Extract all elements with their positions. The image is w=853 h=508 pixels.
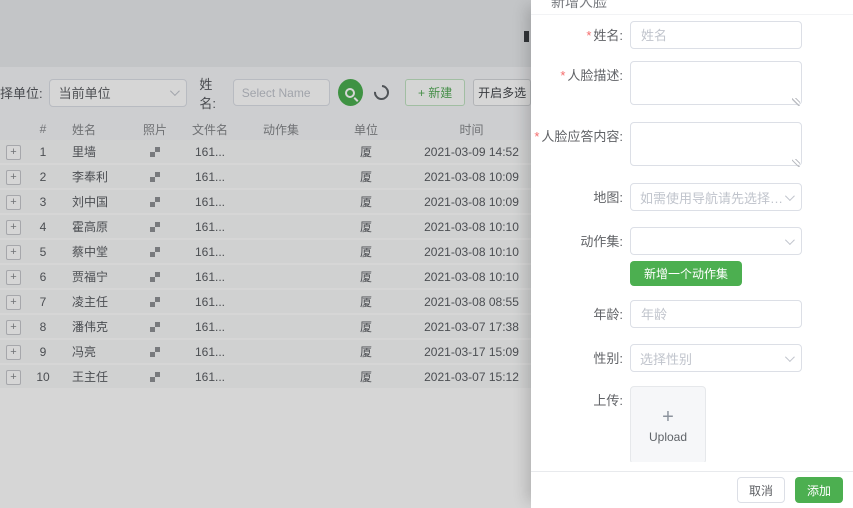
gender-select-placeholder: 选择性别 (640, 349, 692, 368)
drawer-footer: 取消 添加 (531, 471, 853, 508)
form-row-gender: 性别: 选择性别 (531, 344, 853, 372)
required-mark: * (586, 28, 591, 43)
form-row-face-response: *人脸应答内容: (531, 122, 853, 171)
action-set-select[interactable] (630, 227, 802, 255)
action-set-field-label: 动作集: (531, 227, 623, 255)
form-row-upload: 上传: + Upload (531, 386, 853, 462)
age-field-label: 年龄: (531, 300, 623, 328)
map-field-label: 地图: (531, 183, 623, 211)
drawer-title-divider (531, 14, 853, 15)
cancel-button[interactable]: 取消 (737, 477, 785, 503)
chevron-down-icon (785, 191, 795, 201)
name-field[interactable] (630, 21, 802, 49)
face-description-label: *人脸描述: (531, 61, 623, 110)
face-description-textarea[interactable] (630, 61, 802, 105)
drawer-title: 新增人脸 (551, 0, 607, 12)
age-field[interactable] (630, 300, 802, 328)
map-select[interactable]: 如需使用导航请先选择地图 (630, 183, 802, 211)
gender-field-label: 性别: (531, 344, 623, 372)
chevron-down-icon (785, 235, 795, 245)
add-action-set-button[interactable]: 新增一个动作集 (630, 261, 742, 286)
gender-select[interactable]: 选择性别 (630, 344, 802, 372)
name-field-label: *姓名: (531, 21, 623, 49)
form-row-map: 地图: 如需使用导航请先选择地图 (531, 183, 853, 211)
required-mark: * (560, 68, 565, 83)
upload-field-label: 上传: (531, 386, 623, 462)
form-row-face-description: *人脸描述: (531, 61, 853, 110)
chevron-down-icon (785, 352, 795, 362)
face-response-textarea[interactable] (630, 122, 802, 166)
submit-add-button[interactable]: 添加 (795, 477, 843, 503)
upload-label: Upload (649, 430, 687, 444)
form-row-age: 年龄: (531, 300, 853, 328)
plus-icon: + (662, 407, 674, 427)
form-row-action-set: 动作集: (531, 227, 853, 255)
add-face-drawer: 新增人脸 *姓名: *人脸描述: *人脸应答内容: 地图: (531, 0, 853, 508)
form-row-name: *姓名: (531, 21, 853, 49)
add-face-form: *姓名: *人脸描述: *人脸应答内容: 地图: 如需使用导航请先选择地 (531, 21, 853, 462)
required-mark: * (534, 129, 539, 144)
face-response-label: *人脸应答内容: (531, 122, 623, 171)
drawer-mask[interactable] (0, 0, 531, 508)
upload-dropzone[interactable]: + Upload (630, 386, 706, 462)
map-select-placeholder: 如需使用导航请先选择地图 (640, 188, 785, 207)
